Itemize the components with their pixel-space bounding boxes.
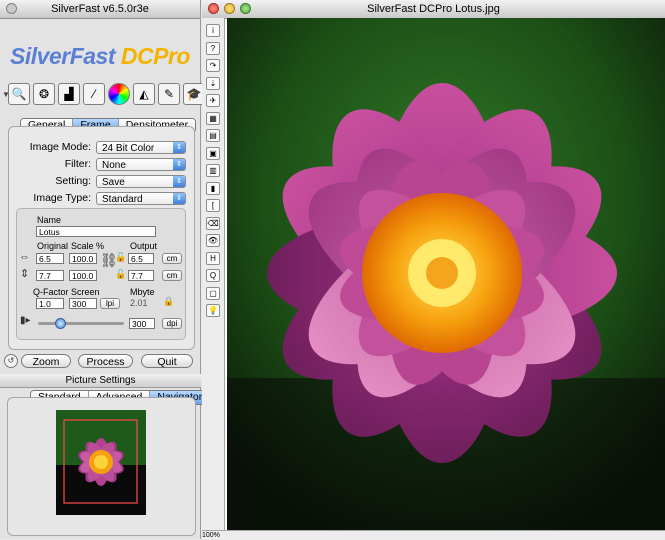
image-type-value: Standard: [102, 194, 143, 205]
filter-label: Filter:: [64, 158, 91, 170]
eye-icon[interactable]: 👁: [206, 234, 220, 247]
screen-field[interactable]: 300: [69, 298, 97, 309]
height-arrows-icon: ⇕: [20, 268, 30, 280]
aperture-icon[interactable]: ❂: [33, 83, 55, 105]
close-icon[interactable]: [208, 3, 219, 14]
scale-label: Scale %: [71, 241, 105, 251]
bracket-icon[interactable]: [: [206, 199, 220, 212]
frame-icon[interactable]: ▣: [206, 146, 220, 160]
lock-icon[interactable]: 🔒: [163, 296, 174, 307]
zoom-icon[interactable]: 🔍: [8, 83, 30, 105]
chevron-updown-icon: ⇕: [173, 176, 185, 187]
qfactor-field[interactable]: 1.0: [36, 298, 64, 309]
resolution-unit-button[interactable]: dpi: [162, 318, 182, 329]
align-icon[interactable]: ⇣: [206, 76, 220, 90]
navigator-lotus-image: [56, 410, 146, 515]
histogram-icon[interactable]: ▟: [58, 83, 80, 105]
screen-unit-button[interactable]: lpi: [100, 298, 120, 309]
zoom-button[interactable]: Zoom: [21, 354, 71, 368]
name-field[interactable]: Lotus: [36, 226, 156, 237]
left-window-title: SilverFast v6.5.0r3e: [51, 3, 149, 15]
original-height-field[interactable]: 7.7: [36, 270, 64, 281]
rotate-icon[interactable]: ↺: [4, 354, 18, 368]
filter-value: None: [102, 160, 126, 171]
bulb-icon[interactable]: 💡: [206, 304, 220, 317]
lock-icon[interactable]: 🔓: [115, 252, 126, 263]
output-height-field[interactable]: 7.7: [128, 270, 154, 281]
image-type-label: Image Type:: [33, 192, 91, 204]
setting-select[interactable]: Save ⇕: [96, 175, 186, 188]
width-unit-button[interactable]: cm: [162, 253, 182, 264]
preview-toolbar: i? ↷ ⇣ ✈ ▦ ▤ ▣ ▥ ▮ [ ⌫ 👁 H Q ▢ 💡: [202, 18, 225, 530]
tool-icon-bar: 🔍 ❂ ▟ ⁄ ◭ ✎ 🎓: [8, 83, 205, 105]
scale-height-field[interactable]: 100.0: [69, 270, 97, 281]
scale-width-field[interactable]: 100.0: [69, 253, 97, 264]
right-titlebar[interactable]: SilverFast DCPro Lotus.jpg: [202, 0, 665, 19]
image-mode-select[interactable]: 24 Bit Color ⇕: [96, 141, 186, 154]
right-window-title: SilverFast DCPro Lotus.jpg: [367, 3, 500, 15]
erase-icon[interactable]: ⌫: [206, 216, 220, 230]
setting-label: Setting:: [55, 175, 91, 187]
maximize-icon[interactable]: [240, 3, 251, 14]
chevron-updown-icon: ⇕: [173, 142, 185, 153]
navigator-thumbnail[interactable]: [56, 410, 146, 515]
lock-icon[interactable]: 🔓: [115, 269, 126, 280]
original-width-field[interactable]: 6.5: [36, 253, 64, 264]
mbyte-label: Mbyte: [130, 287, 155, 297]
filter-select[interactable]: None ⇕: [96, 158, 186, 171]
width-arrows-icon: ⇔: [19, 251, 30, 263]
silverfast-logo: SilverFast DCPro: [0, 19, 200, 77]
color-wheel-icon[interactable]: [108, 83, 130, 105]
image-mode-label: Image Mode:: [29, 141, 91, 153]
resolution-field[interactable]: 300: [129, 318, 155, 329]
image-mode-value: 24 Bit Color: [102, 143, 155, 154]
pattern-icon[interactable]: ▦: [206, 111, 220, 125]
original-label: Original: [37, 241, 69, 251]
name-label: Name: [37, 215, 62, 225]
gradation-icon[interactable]: ⁄: [83, 83, 105, 105]
qfactor-label: Q-Factor: [33, 287, 69, 297]
grid-icon[interactable]: ▤: [206, 129, 220, 142]
sharpen-icon[interactable]: ✎: [158, 83, 180, 105]
close-icon[interactable]: [6, 3, 17, 14]
chevron-updown-icon: ⇕: [173, 159, 185, 170]
plane-icon[interactable]: ✈: [206, 94, 220, 107]
multi-frame-icon[interactable]: ▥: [206, 164, 220, 177]
output-width-field[interactable]: 6.5: [128, 253, 154, 264]
scanner-icon: ▮▸: [20, 315, 31, 326]
info-icon[interactable]: i: [206, 24, 220, 37]
lotus-flower-image: [227, 18, 665, 530]
logo-sub: DCPro: [120, 43, 191, 69]
lotus-preview-image[interactable]: [227, 18, 665, 530]
help-icon[interactable]: ?: [206, 41, 220, 55]
chevron-updown-icon: ⇕: [173, 193, 185, 204]
height-unit-button[interactable]: cm: [162, 270, 182, 281]
print-icon[interactable]: ▢: [206, 286, 220, 300]
resolution-slider[interactable]: [38, 318, 124, 329]
image-type-select[interactable]: Standard ⇕: [96, 192, 186, 205]
screen-label: Screen: [71, 287, 100, 297]
hdr-icon[interactable]: H: [206, 251, 220, 265]
ruler-icon[interactable]: ▮: [206, 181, 220, 195]
selective-color-icon[interactable]: ◭: [133, 83, 155, 105]
zoom-level: 100%: [202, 532, 220, 539]
process-button[interactable]: Process: [78, 354, 133, 368]
redo-icon[interactable]: ↷: [206, 59, 220, 72]
picture-settings-titlebar[interactable]: Picture Settings: [0, 374, 201, 388]
left-titlebar[interactable]: SilverFast v6.5.0r3e: [0, 0, 200, 19]
setting-value: Save: [102, 177, 125, 188]
mbyte-value: 2.01: [130, 298, 148, 308]
search-icon[interactable]: Q: [206, 269, 220, 282]
quit-button[interactable]: Quit: [141, 354, 193, 368]
minimize-icon[interactable]: [224, 3, 235, 14]
silverfast-control-window: SilverFast v6.5.0r3e SilverFast DCPro ▼ …: [0, 0, 211, 539]
logo-main: SilverFast: [10, 43, 115, 69]
output-label: Output: [130, 241, 158, 251]
